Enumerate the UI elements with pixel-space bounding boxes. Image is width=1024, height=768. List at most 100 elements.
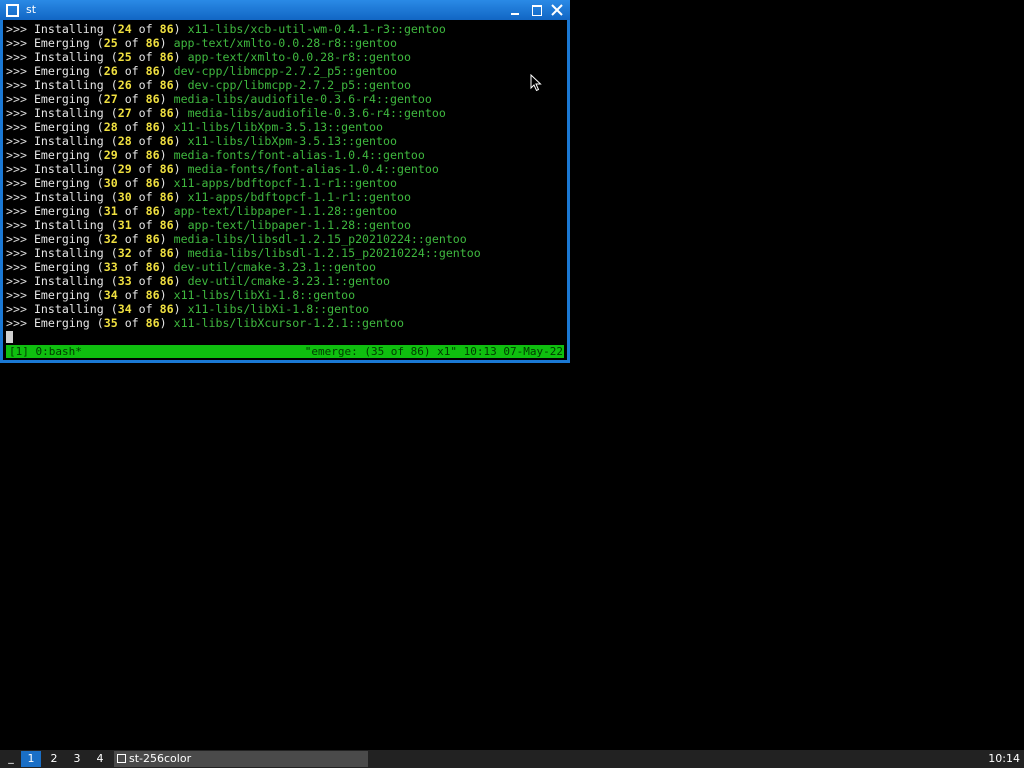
line-prompt: >>> [6, 92, 27, 106]
line-of: of [138, 78, 153, 92]
window-titlebar[interactable]: st [0, 0, 570, 20]
line-verb: Installing [33, 246, 104, 260]
line-prompt: >>> [6, 190, 27, 204]
desktop: st >>> Installing (24 of 86) x11-libs/xc… [0, 0, 1024, 768]
taskbar-item-st[interactable]: st-256color [114, 751, 368, 767]
line-total: 86 [159, 302, 174, 316]
line-current: 26 [103, 64, 118, 78]
line-total: 86 [145, 120, 160, 134]
window-icon [117, 754, 126, 763]
line-current: 28 [103, 120, 118, 134]
workspace-4[interactable]: 4 [90, 751, 110, 767]
line-of: of [124, 260, 139, 274]
line-of: of [138, 106, 153, 120]
start-menu-button[interactable]: _ [4, 750, 18, 768]
line-package: media-libs/audiofile-0.3.6-r4::gentoo [173, 92, 432, 106]
line-verb: Emerging [33, 36, 90, 50]
workspace-3[interactable]: 3 [67, 751, 87, 767]
line-verb: Installing [33, 50, 104, 64]
line-verb: Emerging [33, 64, 90, 78]
line-of: of [124, 92, 139, 106]
line-total: 86 [145, 260, 160, 274]
line-total: 86 [145, 36, 160, 50]
terminal-line: >>> Emerging (31 of 86) app-text/libpape… [6, 204, 397, 218]
line-package: media-libs/libsdl-1.2.15_p20210224::gent… [173, 232, 467, 246]
clock: 10:14 [988, 752, 1020, 765]
terminal-line: >>> Emerging (35 of 86) x11-libs/libXcur… [6, 316, 404, 330]
line-prompt: >>> [6, 22, 27, 36]
line-package: x11-libs/libXpm-3.5.13::gentoo [187, 134, 397, 148]
terminal-line: >>> Installing (30 of 86) x11-apps/bdfto… [6, 190, 411, 204]
status-right-info: "emerge: (35 of 86) x1" 10:13 07-May-22 [304, 345, 563, 358]
line-prompt: >>> [6, 50, 27, 64]
line-package: app-text/libpaper-1.1.28::gentoo [187, 218, 411, 232]
line-prompt: >>> [6, 232, 27, 246]
line-current: 24 [117, 22, 132, 36]
line-verb: Emerging [33, 92, 90, 106]
close-button[interactable] [550, 3, 564, 17]
line-total: 86 [159, 50, 174, 64]
line-current: 34 [117, 302, 132, 316]
line-current: 25 [117, 50, 132, 64]
line-of: of [124, 176, 139, 190]
line-total: 86 [159, 274, 174, 288]
line-prompt: >>> [6, 204, 27, 218]
line-of: of [124, 148, 139, 162]
line-current: 32 [103, 232, 118, 246]
workspace-1[interactable]: 1 [21, 751, 41, 767]
line-prompt: >>> [6, 120, 27, 134]
line-package: x11-libs/libXpm-3.5.13::gentoo [173, 120, 383, 134]
mouse-pointer-icon [530, 74, 542, 92]
window-menu-icon[interactable] [6, 4, 19, 17]
line-verb: Emerging [33, 232, 90, 246]
line-total: 86 [159, 78, 174, 92]
line-total: 86 [159, 162, 174, 176]
terminal-line: >>> Installing (28 of 86) x11-libs/libXp… [6, 134, 397, 148]
line-prompt: >>> [6, 162, 27, 176]
minimize-button[interactable] [509, 3, 523, 17]
line-package: dev-util/cmake-3.23.1::gentoo [173, 260, 377, 274]
line-current: 30 [117, 190, 132, 204]
line-verb: Installing [33, 22, 104, 36]
line-verb: Emerging [33, 148, 90, 162]
line-of: of [124, 64, 139, 78]
line-prompt: >>> [6, 176, 27, 190]
terminal-area[interactable]: >>> Installing (24 of 86) x11-libs/xcb-u… [3, 20, 567, 360]
terminal-line: >>> Emerging (32 of 86) media-libs/libsd… [6, 232, 467, 246]
line-total: 86 [145, 288, 160, 302]
terminal-line: >>> Emerging (33 of 86) dev-util/cmake-3… [6, 260, 377, 274]
terminal-line: >>> Installing (27 of 86) media-libs/aud… [6, 106, 446, 120]
line-prompt: >>> [6, 64, 27, 78]
line-of: of [124, 288, 139, 302]
line-current: 29 [117, 162, 132, 176]
line-verb: Emerging [33, 288, 90, 302]
line-of: of [124, 120, 139, 134]
line-package: media-fonts/font-alias-1.0.4::gentoo [187, 162, 439, 176]
line-prompt: >>> [6, 260, 27, 274]
line-total: 86 [145, 204, 160, 218]
status-window-list: [1] 0:bash* [9, 345, 82, 358]
workspace-2[interactable]: 2 [44, 751, 64, 767]
line-verb: Installing [33, 162, 104, 176]
maximize-button[interactable] [530, 3, 544, 17]
line-package: dev-util/cmake-3.23.1::gentoo [187, 274, 390, 288]
line-prompt: >>> [6, 148, 27, 162]
line-total: 86 [159, 22, 174, 36]
line-prompt: >>> [6, 36, 27, 50]
terminal-line: >>> Installing (32 of 86) media-libs/lib… [6, 246, 481, 260]
line-prompt: >>> [6, 134, 27, 148]
line-package: x11-libs/xcb-util-wm-0.4.1-r3::gentoo [187, 22, 446, 36]
tmux-status-bar: [1] 0:bash* "emerge: (35 of 86) x1" 10:1… [6, 345, 564, 358]
line-package: x11-libs/libXi-1.8::gentoo [187, 302, 370, 316]
line-prompt: >>> [6, 274, 27, 288]
terminal-line: >>> Emerging (26 of 86) dev-cpp/libmcpp-… [6, 64, 397, 78]
line-total: 86 [145, 176, 160, 190]
line-total: 86 [145, 316, 160, 330]
line-of: of [124, 316, 139, 330]
taskbar-item-label: st-256color [129, 752, 192, 765]
terminal-line: >>> Installing (26 of 86) dev-cpp/libmcp… [6, 78, 411, 92]
close-icon [551, 4, 563, 16]
window-title: st [26, 3, 37, 16]
line-package: media-libs/libsdl-1.2.15_p20210224::gent… [187, 246, 481, 260]
terminal-window[interactable]: st >>> Installing (24 of 86) x11-libs/xc… [0, 0, 570, 363]
